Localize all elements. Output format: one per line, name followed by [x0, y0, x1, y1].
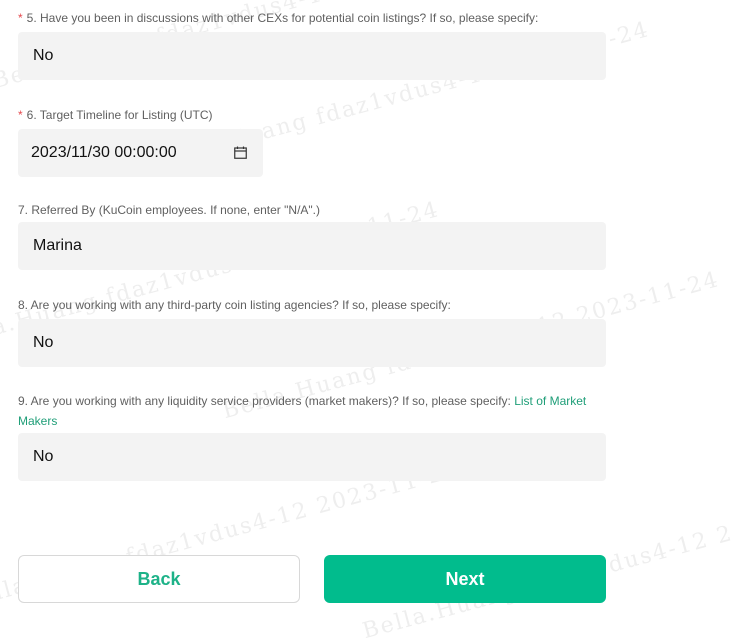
- calendar-icon[interactable]: [234, 146, 247, 159]
- question-5-label: * 5. Have you been in discussions with ot…: [18, 8, 538, 28]
- target-date-picker[interactable]: 2023/11/30 00:00:00: [18, 129, 263, 177]
- target-date-value: 2023/11/30 00:00:00: [31, 144, 177, 161]
- back-button[interactable]: Back: [18, 555, 300, 603]
- question-7-text: 7. Referred By (KuCoin employees. If non…: [18, 203, 320, 217]
- question-8-input[interactable]: No: [18, 319, 606, 367]
- required-mark: *: [18, 108, 23, 122]
- next-button[interactable]: Next: [324, 555, 606, 603]
- question-7-value: Marina: [33, 237, 82, 254]
- question-6-text: 6. Target Timeline for Listing (UTC): [26, 108, 213, 122]
- question-6-label: * 6. Target Timeline for Listing (UTC): [18, 105, 213, 125]
- question-9-value: No: [33, 448, 54, 465]
- question-8-text: 8. Are you working with any third-party …: [18, 298, 451, 312]
- question-5-input[interactable]: No: [18, 32, 606, 80]
- question-7-input[interactable]: Marina: [18, 222, 606, 270]
- question-9-text: 9. Are you working with any liquidity se…: [18, 394, 511, 408]
- question-8-value: No: [33, 334, 54, 351]
- question-9-label: 9. Are you working with any liquidity se…: [18, 391, 608, 431]
- question-9-input[interactable]: No: [18, 433, 606, 481]
- question-8-label: 8. Are you working with any third-party …: [18, 295, 451, 315]
- question-7-label: 7. Referred By (KuCoin employees. If non…: [18, 200, 320, 220]
- required-mark: *: [18, 11, 23, 25]
- question-5-text: 5. Have you been in discussions with oth…: [26, 11, 539, 25]
- question-5-value: No: [33, 47, 54, 64]
